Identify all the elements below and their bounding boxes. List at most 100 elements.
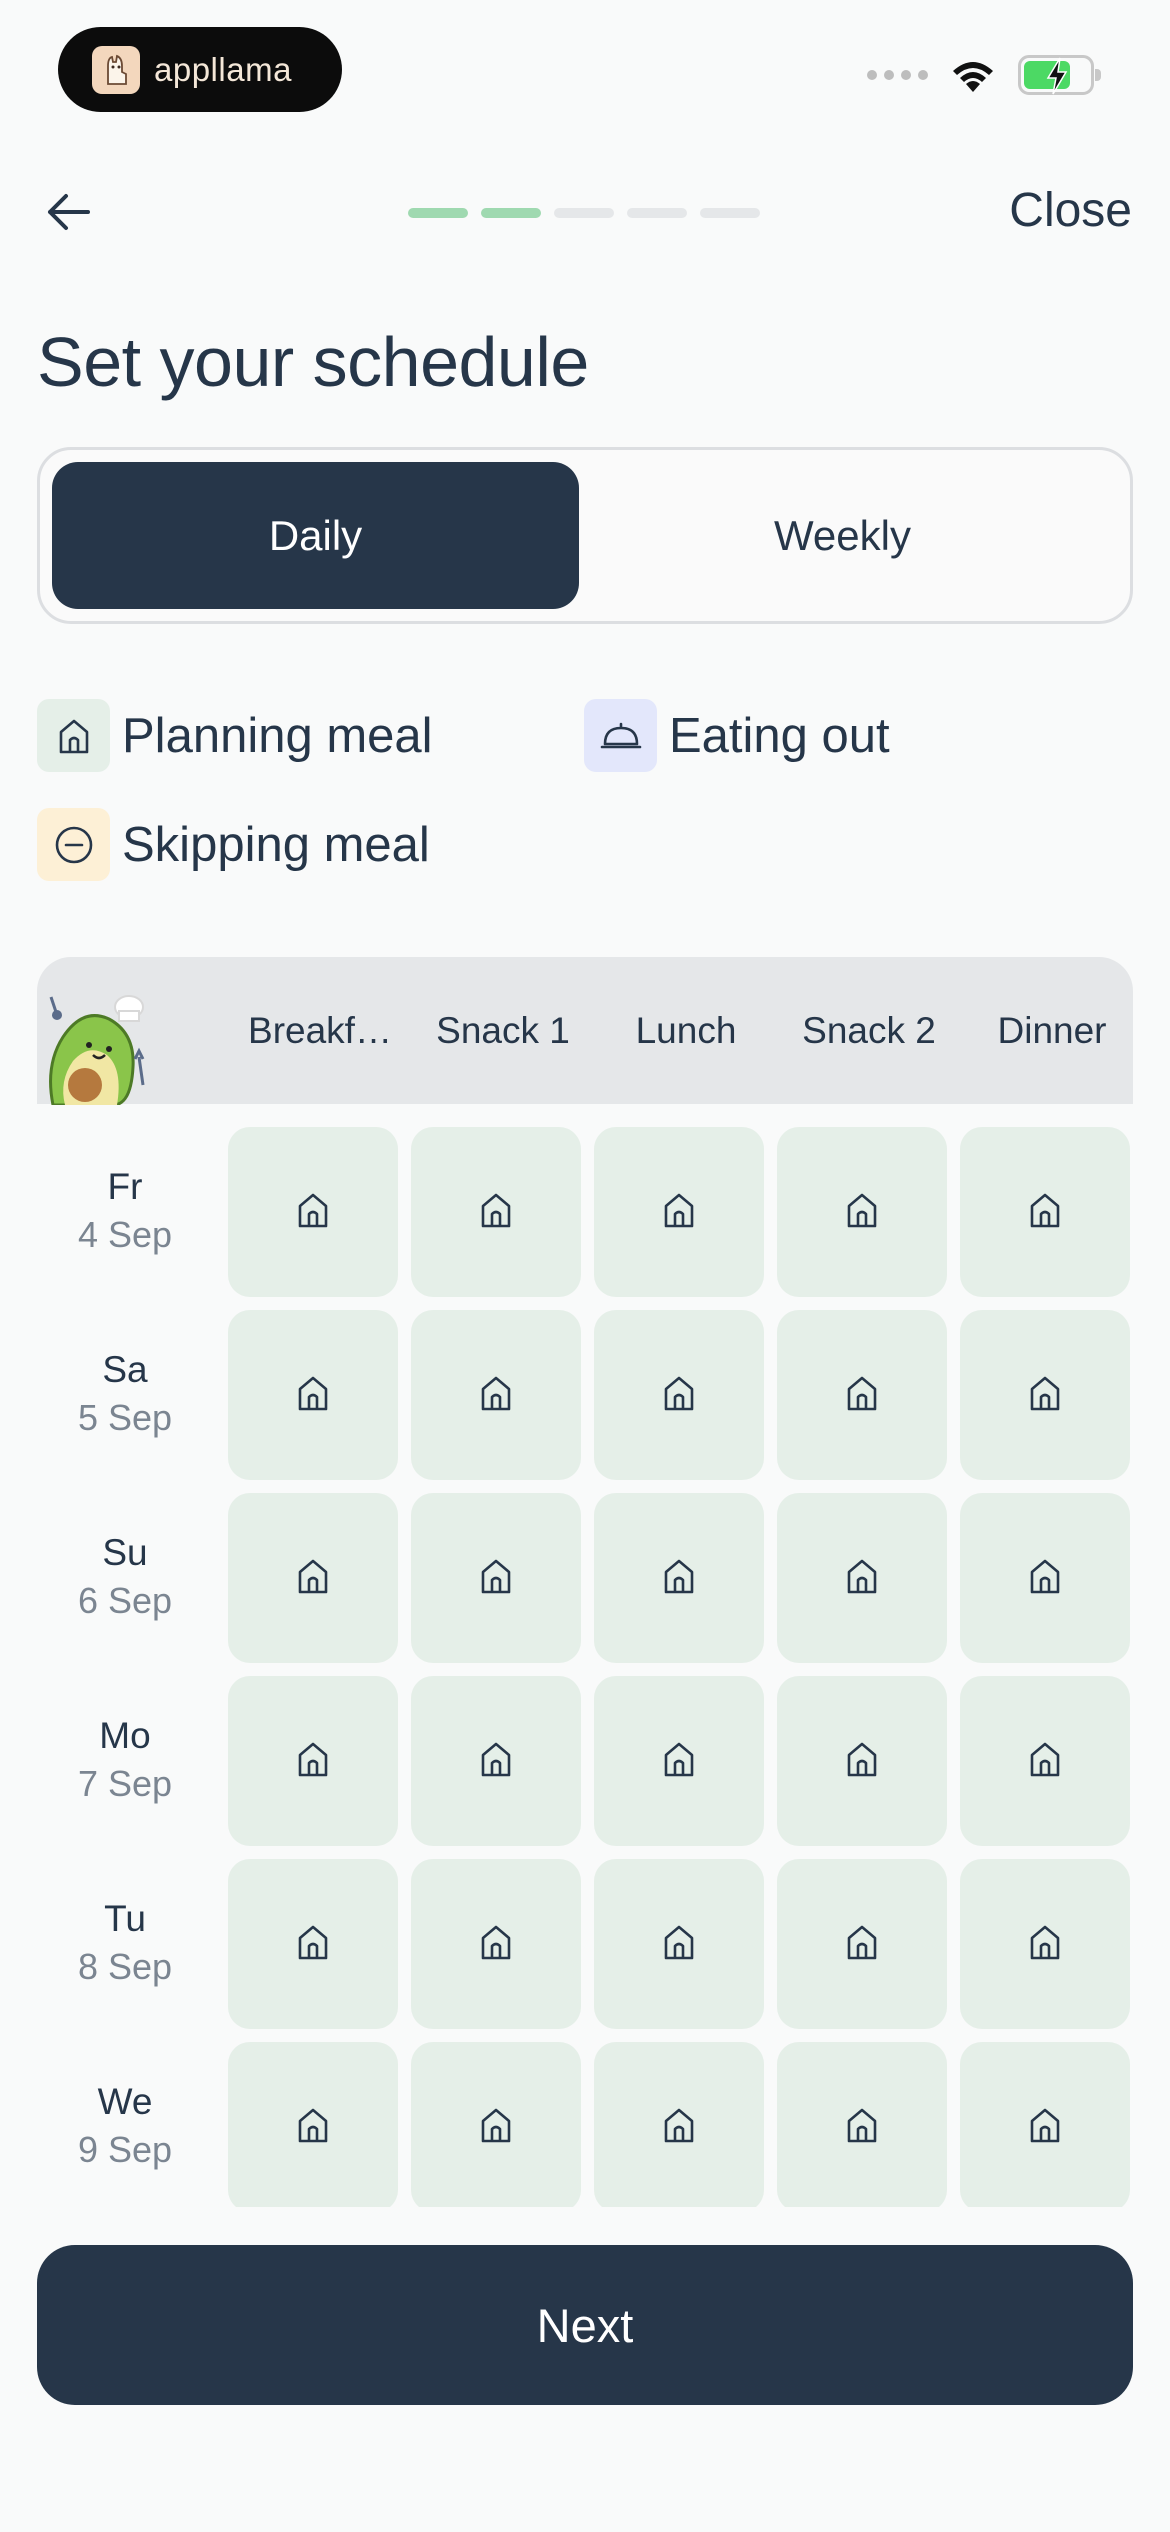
home-icon bbox=[842, 1373, 882, 1418]
meal-cell[interactable] bbox=[411, 1676, 581, 1846]
home-icon bbox=[293, 1190, 333, 1235]
meal-cell[interactable] bbox=[594, 2042, 764, 2207]
column-header: Lunch bbox=[635, 1009, 737, 1051]
signal-icon bbox=[867, 70, 928, 80]
meal-schedule-grid: Fr 4 Sep Sa 5 Sep Su 6 Sep Mo 7 Sep Tu 8 Sep We 9 S… bbox=[0, 1104, 1170, 2207]
meal-cell[interactable] bbox=[960, 1493, 1130, 1663]
llama-logo-icon bbox=[92, 45, 140, 94]
close-button[interactable]: Close bbox=[1009, 183, 1132, 238]
day-name: Fr bbox=[107, 1166, 143, 1207]
meal-cell[interactable] bbox=[228, 1127, 398, 1297]
cloche-icon bbox=[584, 699, 657, 772]
home-icon bbox=[1025, 1556, 1065, 1601]
meal-table-header: Breakf… Snack 1 Lunch Snack 2 Dinner bbox=[37, 957, 1133, 1107]
home-icon bbox=[1025, 1739, 1065, 1784]
legend-planning: Planning meal bbox=[37, 699, 433, 772]
meal-cell[interactable] bbox=[960, 1859, 1130, 2029]
meal-cell[interactable] bbox=[594, 1127, 764, 1297]
meal-cell[interactable] bbox=[594, 1859, 764, 2029]
meal-cell[interactable] bbox=[411, 1310, 581, 1480]
home-icon bbox=[476, 1556, 516, 1601]
home-icon bbox=[659, 2105, 699, 2150]
home-icon bbox=[476, 1739, 516, 1784]
home-icon bbox=[1025, 1190, 1065, 1235]
day-label: Tu 8 Sep bbox=[37, 1895, 213, 1991]
frequency-toggle: Daily Weekly bbox=[37, 447, 1133, 624]
day-name: Tu bbox=[104, 1898, 146, 1939]
back-arrow-icon[interactable] bbox=[40, 184, 96, 240]
meal-cell[interactable] bbox=[228, 1493, 398, 1663]
progress-step bbox=[481, 208, 541, 218]
home-icon bbox=[476, 2105, 516, 2150]
meal-cell[interactable] bbox=[411, 1859, 581, 2029]
next-button[interactable]: Next bbox=[37, 2245, 1133, 2405]
app-name: appllama bbox=[154, 50, 292, 88]
meal-cell[interactable] bbox=[777, 1310, 947, 1480]
meal-cell[interactable] bbox=[960, 1310, 1130, 1480]
day-label: We 9 Sep bbox=[37, 2078, 213, 2174]
meal-cell[interactable] bbox=[594, 1676, 764, 1846]
legend-eating-out-label: Eating out bbox=[669, 708, 890, 763]
home-icon bbox=[659, 1190, 699, 1235]
home-icon bbox=[37, 699, 110, 772]
legend-planning-label: Planning meal bbox=[122, 708, 433, 763]
home-icon bbox=[659, 1373, 699, 1418]
meal-cell[interactable] bbox=[777, 1676, 947, 1846]
meal-cell[interactable] bbox=[777, 1127, 947, 1297]
meal-cell[interactable] bbox=[777, 1859, 947, 2029]
legend-skipping-label: Skipping meal bbox=[122, 817, 430, 872]
day-date: 4 Sep bbox=[77, 1214, 173, 1255]
status-icons bbox=[867, 55, 1101, 95]
column-header: Snack 1 bbox=[436, 1009, 570, 1051]
home-icon bbox=[842, 2105, 882, 2150]
home-icon bbox=[476, 1922, 516, 1967]
home-icon bbox=[1025, 1373, 1065, 1418]
home-icon bbox=[842, 1556, 882, 1601]
daily-tab[interactable]: Daily bbox=[52, 462, 579, 609]
meal-cell[interactable] bbox=[594, 1310, 764, 1480]
home-icon bbox=[1025, 1922, 1065, 1967]
meal-cell[interactable] bbox=[960, 2042, 1130, 2207]
legend-skipping: Skipping meal bbox=[37, 808, 430, 881]
progress-step bbox=[554, 208, 614, 218]
day-date: 7 Sep bbox=[77, 1763, 173, 1804]
day-date: 8 Sep bbox=[77, 1946, 173, 1987]
meal-cell[interactable] bbox=[960, 1127, 1130, 1297]
meal-cell[interactable] bbox=[411, 1493, 581, 1663]
column-header: Snack 2 bbox=[802, 1009, 936, 1051]
day-label: Mo 7 Sep bbox=[37, 1712, 213, 1808]
weekly-tab[interactable]: Weekly bbox=[579, 462, 1106, 609]
day-name: Mo bbox=[99, 1715, 151, 1756]
meal-cell[interactable] bbox=[777, 1493, 947, 1663]
day-name: Sa bbox=[102, 1349, 148, 1390]
meal-cell[interactable] bbox=[228, 1859, 398, 2029]
home-icon bbox=[659, 1922, 699, 1967]
home-icon bbox=[293, 1922, 333, 1967]
home-icon bbox=[476, 1190, 516, 1235]
page-title: Set your schedule bbox=[37, 323, 589, 401]
meal-cell[interactable] bbox=[411, 2042, 581, 2207]
meal-cell[interactable] bbox=[228, 2042, 398, 2207]
column-header: Dinner bbox=[997, 1009, 1107, 1051]
day-label: Su 6 Sep bbox=[37, 1529, 213, 1625]
battery-icon bbox=[1018, 55, 1101, 95]
home-icon bbox=[293, 2105, 333, 2150]
home-icon bbox=[659, 1739, 699, 1784]
app-indicator-pill: appllama bbox=[58, 27, 342, 112]
meal-cell[interactable] bbox=[960, 1676, 1130, 1846]
day-label: Sa 5 Sep bbox=[37, 1346, 213, 1442]
meal-cell[interactable] bbox=[594, 1493, 764, 1663]
meal-cell[interactable] bbox=[411, 1127, 581, 1297]
home-icon bbox=[293, 1373, 333, 1418]
meal-cell[interactable] bbox=[228, 1310, 398, 1480]
progress-steps bbox=[408, 208, 760, 218]
day-name: We bbox=[97, 2081, 153, 2122]
progress-step bbox=[408, 208, 468, 218]
meal-cell[interactable] bbox=[777, 2042, 947, 2207]
legend-eating-out: Eating out bbox=[584, 699, 890, 772]
wifi-icon bbox=[953, 62, 993, 92]
day-date: 9 Sep bbox=[77, 2129, 173, 2170]
progress-step bbox=[627, 208, 687, 218]
meal-cell[interactable] bbox=[228, 1676, 398, 1846]
day-date: 6 Sep bbox=[77, 1580, 173, 1621]
